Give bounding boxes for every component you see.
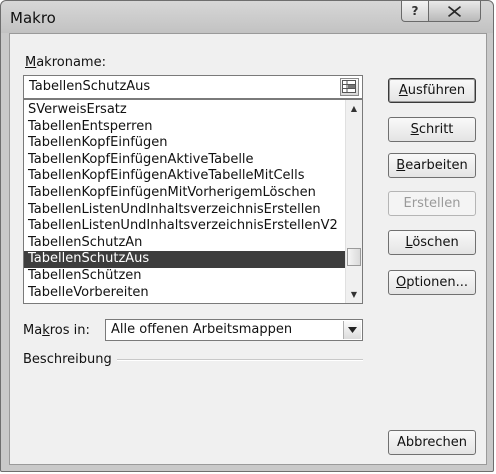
macro-list-scrollbar[interactable]: ▲ ▼ [345,100,362,303]
macro-name-value: TabellenSchutzAus [29,79,151,94]
list-item[interactable]: TabelleVorbereiten [24,285,346,302]
scroll-thumb[interactable] [347,248,361,266]
create-button: Erstellen [388,191,476,216]
dropdown-button[interactable] [343,321,361,339]
chevron-down-icon [348,327,357,333]
list-item[interactable]: TabellenSchutzAus [24,251,346,268]
range-reference-icon [342,80,356,93]
question-mark-icon: ? [411,4,419,18]
macros-in-value: Alle offenen Arbeitsmappen [111,322,293,337]
description-label: Beschreibung [23,352,112,367]
list-item[interactable]: TabellenListenUndInhaltsverzeichnisErste… [24,202,346,219]
list-item[interactable]: TabellenListenUndInhaltsverzeichnisErste… [24,218,346,235]
close-x-icon [448,5,461,17]
macros-in-select[interactable]: Alle offenen Arbeitsmappen [105,319,363,341]
close-button[interactable] [429,1,481,22]
scroll-down-arrow-icon[interactable]: ▼ [346,286,362,303]
description-divider [117,359,363,361]
list-item[interactable]: SVerweisErsatz [24,102,346,119]
help-button[interactable]: ? [401,1,429,22]
scroll-up-arrow-icon[interactable]: ▲ [346,100,362,117]
list-item[interactable]: TabellenKopfEinfügenAktiveTabelleMitCell… [24,168,346,185]
macro-name-input[interactable]: TabellenSchutzAus [23,75,363,99]
macro-name-label: Makroname: [25,55,106,70]
title-bar: Makro ? [1,1,493,33]
macros-in-label: Makros in: [23,323,90,338]
list-item[interactable]: TabellenSchutzAn [24,235,346,252]
edit-button[interactable]: Bearbeiten [388,153,476,178]
macro-list-items: SVerweisErsatz TabellenEntsperren Tabellen… [24,102,346,301]
macro-list[interactable]: SVerweisErsatz TabellenEntsperren Tabellen… [23,99,363,304]
list-item[interactable]: TabellenSchützen [24,268,346,285]
list-item[interactable]: TabellenKopfEinfügenMitVorherigemLöschen [24,185,346,202]
cancel-button[interactable]: Abbrechen [388,430,476,455]
window-title: Makro [10,9,56,27]
list-item[interactable]: TabellenKopfEinfügenAktiveTabelle [24,152,346,169]
dialog-body: Makroname: TabellenSchutzAus SVerweisErs… [9,33,487,465]
range-reference-button[interactable] [340,78,359,96]
run-button[interactable]: Ausführen [388,78,476,103]
macro-dialog: Makro ? Makroname: TabellenSchutzAus SVe… [0,0,494,472]
step-button[interactable]: Schritt [388,117,476,142]
list-item[interactable]: TabellenKopfEinfügen [24,135,346,152]
options-button[interactable]: Optionen... [388,270,476,295]
list-item[interactable]: TabellenEntsperren [24,119,346,136]
delete-button[interactable]: Löschen [388,230,476,255]
